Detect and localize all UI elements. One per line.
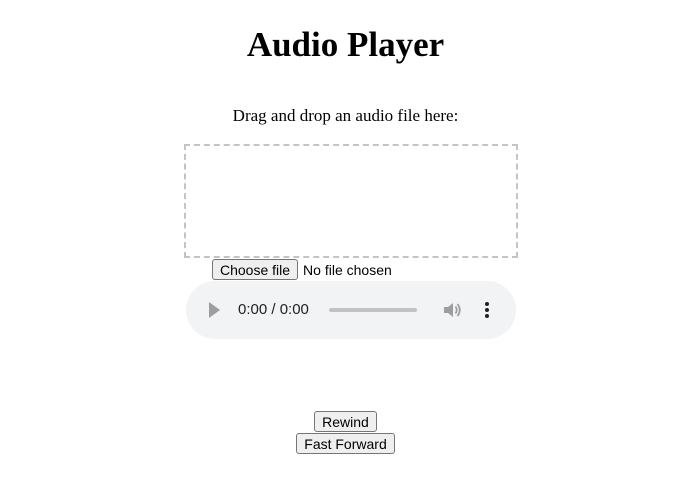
audio-drop-zone[interactable] xyxy=(184,144,518,258)
file-status-text: No file chosen xyxy=(303,261,392,278)
drop-instructions: Drag and drop an audio file here: xyxy=(232,106,459,125)
play-icon[interactable] xyxy=(209,302,220,318)
progress-slider[interactable] xyxy=(329,308,417,312)
fast-forward-button[interactable]: Fast Forward xyxy=(296,433,395,454)
file-input[interactable]: Choose file No file chosen xyxy=(212,259,392,280)
page-title: Audio Player xyxy=(246,25,445,64)
volume-icon[interactable] xyxy=(441,299,463,321)
time-display: 0:00 / 0:00 xyxy=(238,301,309,318)
choose-file-button[interactable]: Choose file xyxy=(212,259,299,280)
more-options-icon[interactable] xyxy=(481,299,493,321)
rewind-button[interactable]: Rewind xyxy=(314,411,377,432)
